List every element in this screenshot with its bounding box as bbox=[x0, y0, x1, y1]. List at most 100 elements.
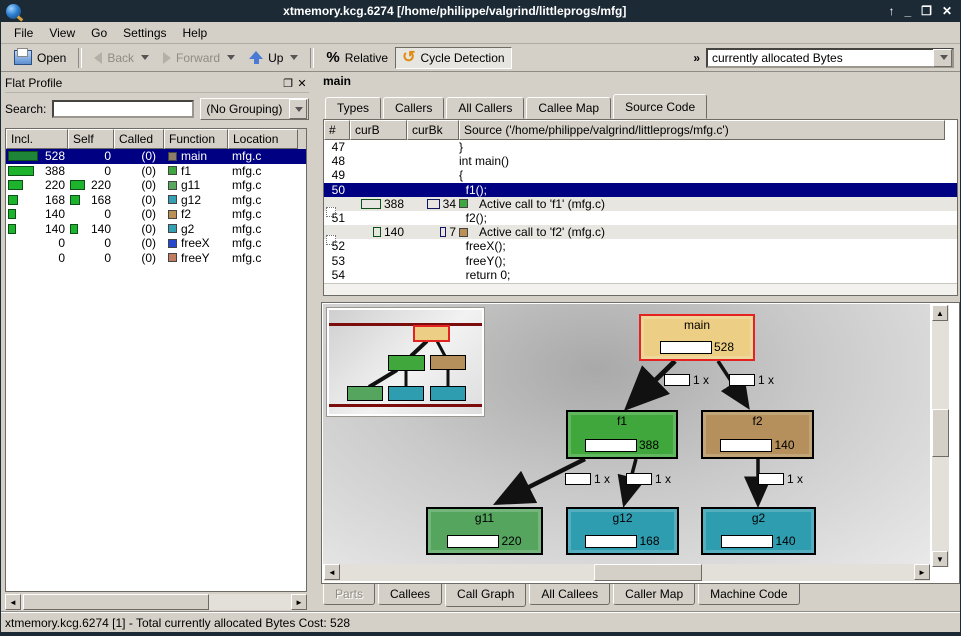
source-line[interactable]: 49 { bbox=[324, 168, 957, 182]
graph-node[interactable]: g2 140 bbox=[701, 507, 816, 555]
event-type-dropdown-button[interactable] bbox=[933, 49, 952, 67]
column-header[interactable]: curB bbox=[350, 120, 407, 140]
column-header[interactable]: Self bbox=[68, 129, 114, 149]
graph-node-cost-bar bbox=[585, 439, 637, 452]
function-view-tab[interactable]: Callers bbox=[383, 97, 444, 119]
table-row[interactable]: 0 0 (0) freeX mfg.c bbox=[6, 236, 306, 251]
table-row[interactable]: 140 0 (0) f2 mfg.c bbox=[6, 207, 306, 222]
grouping-select[interactable]: (No Grouping) bbox=[200, 98, 309, 120]
line-number: 52 bbox=[324, 239, 350, 253]
up-icon bbox=[249, 51, 263, 64]
scroll-left-button[interactable]: ◄ bbox=[5, 594, 21, 610]
column-header[interactable]: Function bbox=[164, 129, 228, 149]
column-header[interactable]: Source ('/home/philippe/valgrind/littlep… bbox=[459, 120, 945, 140]
function-view-tab[interactable]: Callee Map bbox=[526, 97, 611, 119]
function-view-tabs: TypesCallersAll CallersCallee MapSource … bbox=[325, 97, 707, 119]
dock-float-button[interactable]: ❐ bbox=[281, 77, 295, 90]
minimap-node bbox=[413, 325, 450, 342]
menu-item[interactable]: File bbox=[7, 24, 40, 42]
minimize-button[interactable]: _ bbox=[904, 4, 911, 18]
function-view-tab[interactable]: All Callers bbox=[446, 97, 524, 119]
menu-item[interactable]: Help bbox=[176, 24, 215, 42]
bottom-tab[interactable]: All Callees bbox=[529, 584, 610, 605]
open-button[interactable]: Open bbox=[7, 46, 73, 69]
scroll-down-button[interactable]: ▼ bbox=[932, 551, 948, 567]
close-button[interactable]: ✕ bbox=[942, 4, 952, 18]
column-header[interactable]: Incl. bbox=[6, 129, 68, 149]
graph-node[interactable]: main 528 bbox=[639, 314, 755, 361]
menu-item[interactable]: View bbox=[42, 24, 82, 42]
up-button[interactable]: Up bbox=[242, 47, 305, 69]
source-line[interactable]: 47 } bbox=[324, 140, 957, 154]
table-row[interactable]: 528 0 (0) main mfg.c bbox=[6, 149, 306, 164]
incl-cost-bar bbox=[8, 166, 34, 176]
graph-node[interactable]: f2 140 bbox=[701, 410, 814, 459]
incl-value: 140 bbox=[45, 222, 65, 236]
column-header[interactable]: Location bbox=[228, 129, 298, 149]
self-value: 168 bbox=[91, 193, 111, 207]
scrollbar-thumb[interactable] bbox=[594, 564, 702, 581]
scrollbar-thumb[interactable] bbox=[932, 409, 949, 457]
function-color-icon bbox=[168, 239, 177, 248]
source-line[interactable]: 54 return 0; bbox=[324, 268, 957, 282]
table-row[interactable]: 0 0 (0) freeY mfg.c bbox=[6, 251, 306, 266]
source-line[interactable]: 53 freeY(); bbox=[324, 254, 957, 268]
scroll-right-button[interactable]: ► bbox=[914, 564, 930, 580]
function-view-tab[interactable]: Types bbox=[325, 97, 381, 119]
relative-button[interactable]: % Relative bbox=[319, 45, 395, 70]
minimap-node bbox=[388, 355, 425, 371]
search-input[interactable] bbox=[52, 100, 194, 118]
source-line[interactable]: 51 f2(); bbox=[324, 211, 957, 225]
bottom-tab[interactable]: Machine Code bbox=[698, 584, 799, 605]
source-line[interactable]: 140 7 Active call to 'f2' (mfg.c) bbox=[324, 225, 957, 239]
menu-item[interactable]: Settings bbox=[116, 24, 173, 42]
table-row[interactable]: 220 220 (0) g11 mfg.c bbox=[6, 178, 306, 193]
graph-node[interactable]: g11 220 bbox=[426, 507, 543, 555]
column-header[interactable]: curBk bbox=[407, 120, 459, 140]
graph-minimap[interactable] bbox=[327, 308, 484, 416]
menu-item[interactable]: Go bbox=[84, 24, 114, 42]
graph-node-cost-value: 140 bbox=[774, 438, 794, 452]
scroll-right-button[interactable]: ► bbox=[291, 594, 307, 610]
table-row[interactable]: 140 140 (0) g2 mfg.c bbox=[6, 222, 306, 237]
graph-hscrollbar[interactable]: ◄ ► bbox=[324, 564, 930, 581]
scrollbar-thumb[interactable] bbox=[23, 594, 209, 610]
bottom-tab[interactable]: Call Graph bbox=[445, 584, 526, 607]
source-line[interactable]: 388 34 Active call to 'f1' (mfg.c) bbox=[324, 197, 957, 211]
column-header[interactable]: # bbox=[324, 120, 350, 140]
call-color-icon bbox=[459, 228, 468, 237]
event-type-select[interactable]: currently allocated Bytes bbox=[706, 48, 954, 68]
source-line[interactable]: 50 f1(); bbox=[324, 183, 957, 197]
dock-close-button[interactable]: ✕ bbox=[295, 77, 309, 90]
graph-vscrollbar[interactable]: ▲ ▼ bbox=[932, 305, 949, 567]
scroll-up-button[interactable]: ▲ bbox=[932, 305, 948, 321]
scroll-left-button[interactable]: ◄ bbox=[324, 564, 340, 580]
table-row[interactable]: 168 168 (0) g12 mfg.c bbox=[6, 193, 306, 208]
line-number: 48 bbox=[324, 154, 350, 168]
self-value: 0 bbox=[104, 164, 111, 178]
toolbar-overflow-chevron[interactable]: » bbox=[693, 51, 700, 65]
graph-node[interactable]: g12 168 bbox=[566, 507, 679, 555]
table-row[interactable]: 388 0 (0) f1 mfg.c bbox=[6, 164, 306, 179]
grouping-dropdown-button[interactable] bbox=[289, 99, 307, 119]
flat-profile-hscrollbar[interactable]: ◄ ► bbox=[5, 594, 307, 610]
function-view-tab[interactable]: Source Code bbox=[613, 94, 707, 119]
bottom-tab[interactable]: Parts bbox=[323, 584, 375, 605]
source-line[interactable]: 52 freeX(); bbox=[324, 239, 957, 253]
cycle-detection-button[interactable]: ↺ Cycle Detection bbox=[395, 47, 511, 69]
graph-edge-label: 1 x bbox=[729, 373, 774, 387]
back-button[interactable]: Back bbox=[87, 47, 156, 69]
shade-button[interactable]: ↑ bbox=[888, 4, 894, 18]
call-graph-canvas[interactable]: main 528 f1 388 bbox=[323, 304, 930, 564]
graph-node[interactable]: f1 388 bbox=[566, 410, 678, 459]
maximize-button[interactable]: ❒ bbox=[921, 4, 932, 18]
graph-node-cost-bar bbox=[660, 341, 712, 354]
edge-cost-bar bbox=[758, 473, 784, 485]
bottom-tab[interactable]: Caller Map bbox=[613, 584, 695, 605]
source-hscrollbar[interactable] bbox=[324, 283, 957, 295]
chevron-down-icon bbox=[940, 55, 948, 60]
bottom-tab[interactable]: Callees bbox=[378, 584, 442, 605]
column-header[interactable]: Called bbox=[114, 129, 164, 149]
source-line[interactable]: 48 int main() bbox=[324, 154, 957, 168]
forward-button[interactable]: Forward bbox=[156, 47, 242, 69]
